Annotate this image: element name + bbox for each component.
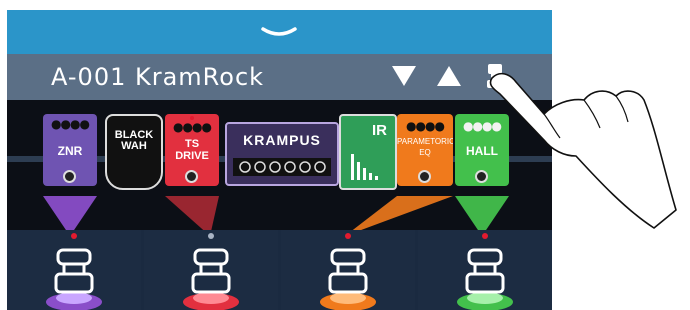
- knob-row: ●●●●: [406, 119, 445, 133]
- knob-row: ●●●●: [173, 120, 212, 134]
- footswitch-icon: [183, 248, 239, 310]
- effect-black-wah[interactable]: BLACK WAH: [105, 114, 163, 190]
- effect-krampus[interactable]: KRAMPUS: [225, 122, 339, 186]
- patch-header: A-001 KramRock: [7, 54, 552, 100]
- chevron-down-icon[interactable]: [257, 24, 301, 44]
- impulse-graph-icon: [351, 154, 378, 180]
- effect-znr[interactable]: ●●●● ZNR: [43, 114, 97, 186]
- footswitch-4[interactable]: [418, 230, 552, 310]
- footswitch-knob: [418, 170, 431, 183]
- effect-label: IR: [372, 122, 387, 139]
- knob-row-icon: [233, 158, 331, 176]
- top-bar[interactable]: [7, 10, 552, 54]
- footswitch-knob: [63, 170, 76, 183]
- effect-ir[interactable]: IR: [339, 114, 397, 190]
- device-screen: A-001 KramRock ●●●● ZNR BLACK WAH ●●●● T…: [7, 10, 552, 310]
- footswitch-knob: [185, 170, 198, 183]
- triangle-up-icon[interactable]: [436, 65, 462, 87]
- patch-name: A-001 KramRock: [51, 63, 265, 91]
- triangle-down-icon[interactable]: [391, 65, 417, 87]
- knob-row: ●●●●: [51, 117, 90, 131]
- effect-parametoric-eq[interactable]: ●●●● PARAMETORIC EQ: [397, 114, 453, 186]
- footswitch-led: [345, 233, 351, 239]
- footswitch-icon: [320, 248, 376, 310]
- footswitch-1[interactable]: [7, 230, 141, 310]
- footswitch-row: [7, 230, 552, 310]
- effect-label: PARAMETORIC EQ: [397, 137, 453, 157]
- effect-label: ZNR: [57, 144, 83, 158]
- footswitch-2[interactable]: [144, 230, 278, 310]
- footswitch-icon: [46, 248, 102, 310]
- effect-label: TS DRIVE: [175, 138, 209, 162]
- footswitch-icon: [457, 248, 513, 310]
- effect-label: BLACK WAH: [114, 129, 154, 152]
- footswitch-led: [208, 233, 214, 239]
- footswitch-3[interactable]: [281, 230, 415, 310]
- footswitch-led: [71, 233, 77, 239]
- effect-ts-drive[interactable]: ●●●● TS DRIVE: [165, 114, 219, 186]
- hand-pointer-icon: [489, 72, 677, 229]
- effect-label: KRAMPUS: [243, 132, 321, 148]
